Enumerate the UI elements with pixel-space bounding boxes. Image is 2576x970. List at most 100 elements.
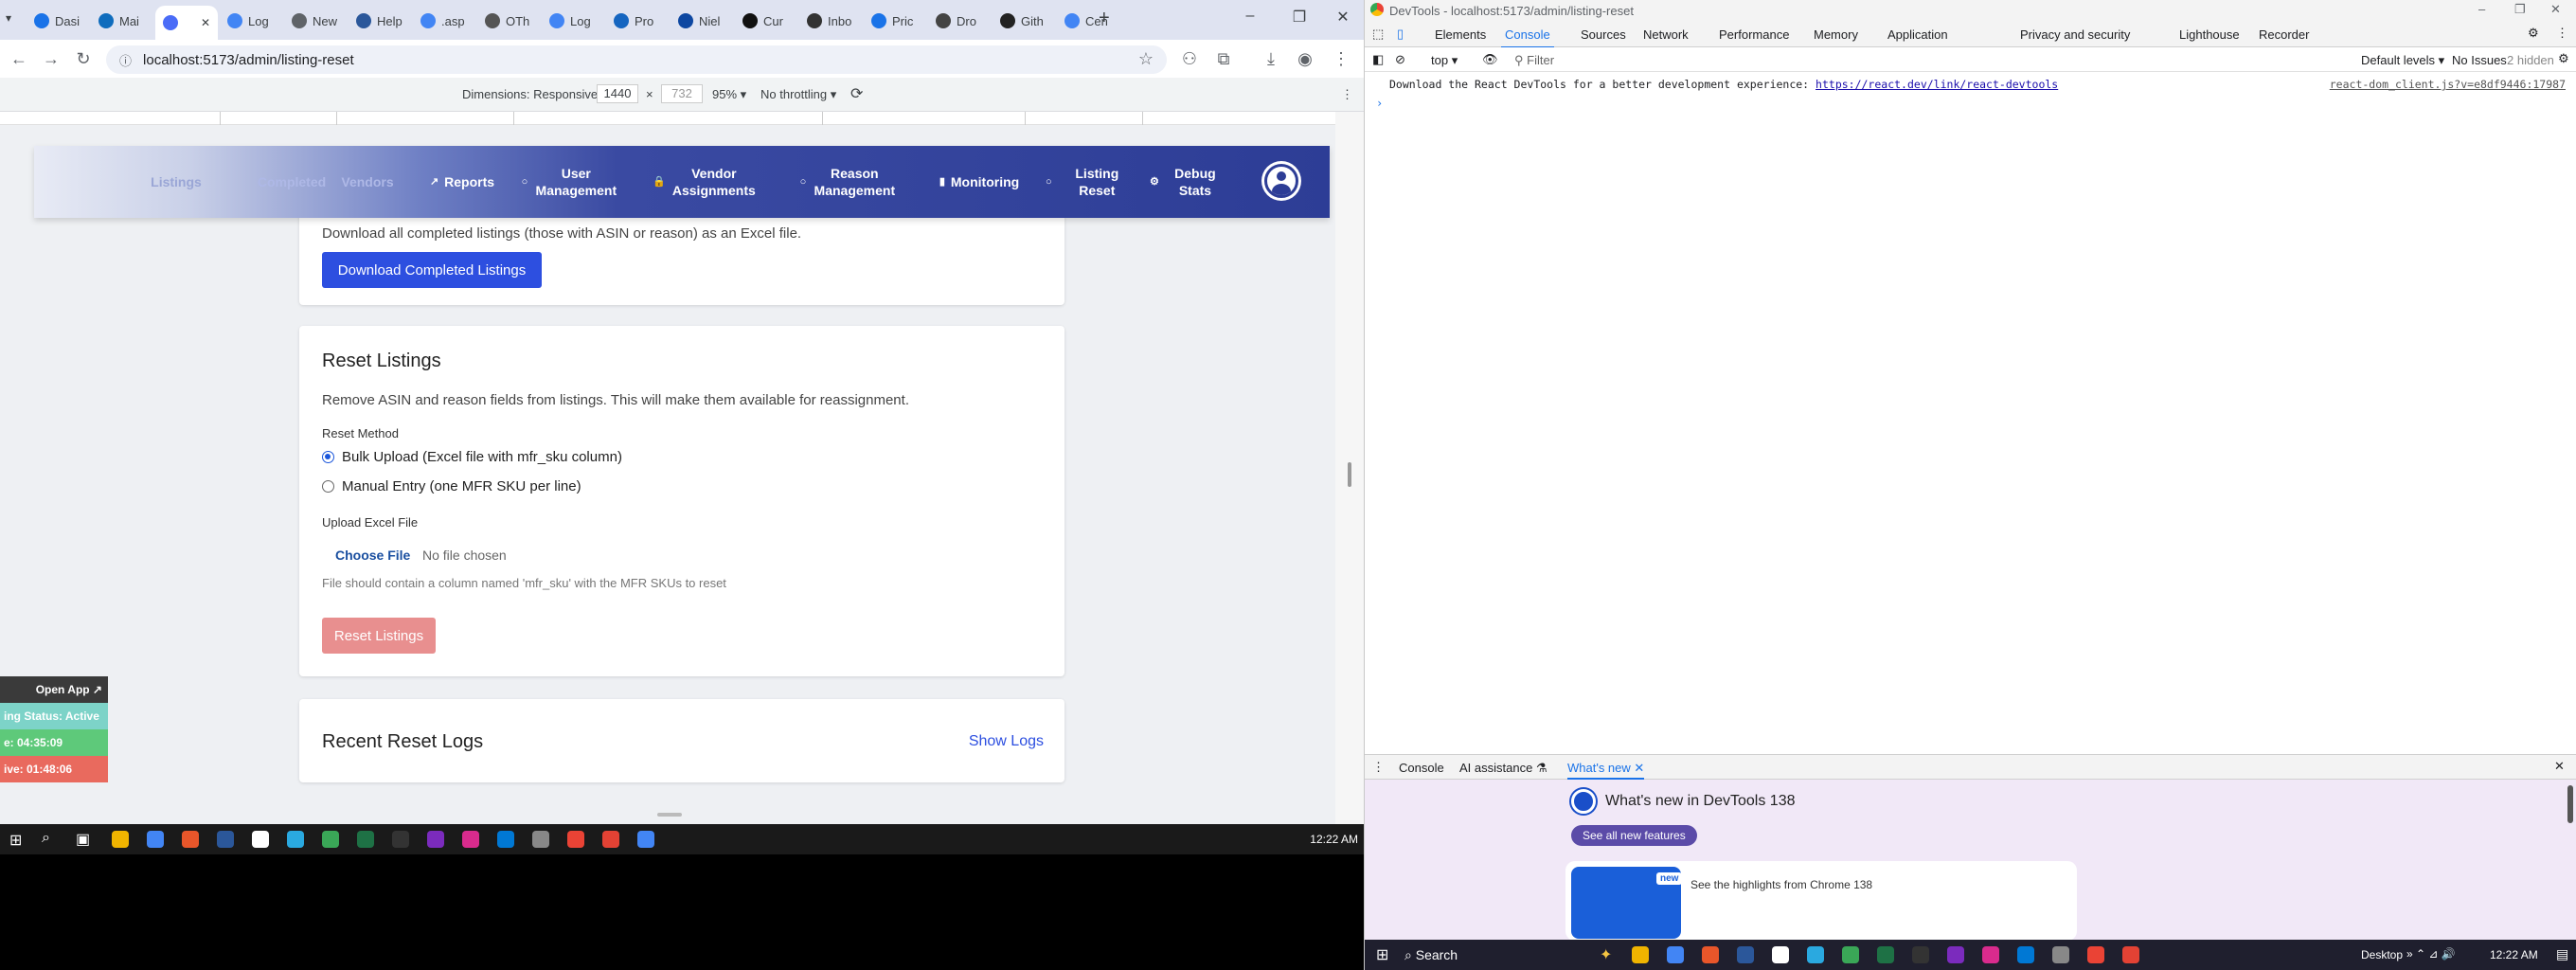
reload-icon[interactable]: ↻ <box>72 49 95 69</box>
nav-item-listing-reset[interactable]: ○ Listing Reset <box>1046 146 1136 218</box>
clear-console-icon[interactable]: ⊘ <box>1395 52 1405 67</box>
taskbar-app-icon[interactable] <box>637 831 654 848</box>
nav-item-vendors[interactable]: Vendors <box>331 146 403 218</box>
browser-tab[interactable]: Mai <box>91 8 153 34</box>
browser-tab[interactable]: Inbo <box>799 8 862 34</box>
site-info-icon[interactable]: ⓘ <box>119 51 132 69</box>
nav-item-vendor-assignments[interactable]: 🔒 Vendor Assignments <box>638 146 771 218</box>
search-icon[interactable]: ⌕ <box>42 830 50 847</box>
taskbar-app-icon[interactable] <box>1632 946 1649 963</box>
taskbar-app-icon[interactable] <box>322 831 339 848</box>
taskbar-app-icon[interactable] <box>252 831 269 848</box>
taskbar-app-icon[interactable] <box>1877 946 1894 963</box>
profile-icon[interactable]: ◉ <box>1294 49 1316 69</box>
extension-icon[interactable]: ⚇ <box>1178 49 1201 69</box>
taskbar-app-icon[interactable] <box>2087 946 2104 963</box>
reset-listings-button[interactable]: Reset Listings <box>322 618 436 654</box>
device-toggle-icon[interactable]: ▯ <box>1397 27 1404 42</box>
browser-tab[interactable]: OTh <box>477 8 540 34</box>
devtools-tab-lighthouse[interactable]: Lighthouse <box>2179 27 2240 42</box>
browser-tab[interactable]: Gith <box>993 8 1055 34</box>
dimensions-dropdown[interactable]: Dimensions: Responsive ▾ <box>462 87 607 102</box>
bookmark-star-icon[interactable]: ☆ <box>1138 49 1154 69</box>
drawer-tab-whats-new[interactable]: What's new ✕ <box>1567 761 1645 780</box>
tab-search-icon[interactable]: ▾ <box>6 11 11 25</box>
devtools-tab-memory[interactable]: Memory <box>1814 27 1858 42</box>
desktop-label[interactable]: Desktop <box>2361 948 2403 961</box>
drawer-close-icon[interactable]: ✕ <box>2554 759 2565 774</box>
radio-manual-entry[interactable]: Manual Entry (one MFR SKU per line) <box>322 478 581 494</box>
taskbar-app-icon[interactable] <box>532 831 549 848</box>
browser-tab[interactable]: .asp <box>413 8 475 34</box>
levels-dropdown[interactable]: Default levels ▾ <box>2361 53 2444 68</box>
radio-button[interactable] <box>322 480 334 493</box>
open-app-button[interactable]: Open App ↗ <box>0 676 108 703</box>
nav-item-reports[interactable]: ↗ Reports <box>417 146 508 218</box>
devtools-tab-sources[interactable]: Sources <box>1581 27 1626 42</box>
taskbar-app-icon[interactable] <box>1772 946 1789 963</box>
inspect-icon[interactable]: ⬚ <box>1372 27 1384 42</box>
browser-tab[interactable]: Pro <box>606 8 669 34</box>
dt-more-icon[interactable]: ⋮ <box>2556 26 2568 41</box>
download-icon[interactable]: ⤓ <box>1260 49 1282 69</box>
console-settings-icon[interactable]: ⚙ <box>2558 51 2569 66</box>
taskbar-app-icon[interactable] <box>147 831 164 848</box>
devtools-tab-privacy-and-security[interactable]: Privacy and security <box>2020 27 2130 42</box>
drawer-tab-ai[interactable]: AI assistance ⚗ <box>1459 761 1547 776</box>
taskbar-app-icon[interactable] <box>357 831 374 848</box>
dt-close-icon[interactable]: ✕ <box>2550 2 2561 17</box>
context-selector[interactable]: top ▾ <box>1431 53 1458 68</box>
devtools-tab-performance[interactable]: Performance <box>1719 27 1789 42</box>
taskbar-app-icon[interactable] <box>1807 946 1824 963</box>
height-input[interactable]: 732 <box>661 84 703 103</box>
taskbar-app-icon[interactable] <box>2052 946 2069 963</box>
notification-icon[interactable]: ▤ <box>2556 946 2568 962</box>
drawer-menu-icon[interactable]: ⋮ <box>1372 760 1385 775</box>
user-avatar-icon[interactable] <box>1261 161 1301 201</box>
dt-restore-icon[interactable]: ❐ <box>2514 2 2526 17</box>
restore-icon[interactable]: ❐ <box>1280 8 1318 27</box>
nav-item-listings[interactable]: Listings <box>140 146 212 218</box>
browser-tab[interactable]: New <box>284 8 347 34</box>
taskbar-app-icon[interactable] <box>427 831 444 848</box>
download-completed-button[interactable]: Download Completed Listings <box>322 252 542 288</box>
address-bar[interactable]: ⓘ localhost:5173/admin/listing-reset ☆ <box>106 45 1167 74</box>
taskbar-app-icon[interactable] <box>1912 946 1929 963</box>
filter-input[interactable]: ⚲ Filter <box>1514 53 1554 68</box>
see-all-features-button[interactable]: See all new features <box>1571 825 1697 846</box>
taskbar-app-icon[interactable] <box>497 831 514 848</box>
taskbar-app-icon[interactable] <box>2122 946 2139 963</box>
taskbar-app-icon[interactable] <box>182 831 199 848</box>
nav-item-completed[interactable]: Completed <box>246 146 337 218</box>
browser-tab[interactable]: Dasi <box>27 8 89 34</box>
tab-active[interactable]: ✕ <box>155 6 218 40</box>
browser-tab[interactable]: Log <box>542 8 604 34</box>
devtools-tab-console[interactable]: Console <box>1501 27 1554 48</box>
browser-tab[interactable]: Pric <box>864 8 926 34</box>
new-tab-button[interactable]: + <box>1099 8 1110 29</box>
taskbar-app-icon[interactable] <box>1737 946 1754 963</box>
puzzle-icon[interactable]: ⧉ <box>1212 49 1235 69</box>
taskbar-app-icon[interactable] <box>1667 946 1684 963</box>
windows-start-icon-2[interactable]: ⊞ <box>1376 945 1388 964</box>
choose-file-button[interactable]: Choose File <box>335 548 410 563</box>
taskbar-app-icon[interactable] <box>2017 946 2034 963</box>
taskbar-app-icon[interactable] <box>287 831 304 848</box>
highlights-card[interactable]: new See the highlights from Chrome 138 <box>1565 861 2077 941</box>
devtools-tab-network[interactable]: Network <box>1643 27 1689 42</box>
console-prompt-icon[interactable]: › <box>1376 97 1383 110</box>
minimize-icon[interactable]: – <box>1231 8 1269 25</box>
nav-item-reason-management[interactable]: ○ Reason Management <box>782 146 915 218</box>
bottom-resize-handle[interactable] <box>657 813 682 817</box>
drawer-tab-console[interactable]: Console <box>1399 761 1444 775</box>
drawer-scrollbar[interactable] <box>2567 785 2573 823</box>
width-input[interactable]: 1440 <box>597 84 638 103</box>
back-icon[interactable]: ← <box>8 49 30 69</box>
dt-minimize-icon[interactable]: – <box>2478 2 2485 16</box>
eye-icon[interactable]: 👁 <box>1482 52 1498 67</box>
throttling-dropdown[interactable]: No throttling ▾ <box>760 87 836 102</box>
devtools-tab-application[interactable]: Application <box>1887 27 1948 42</box>
devtools-tab-elements[interactable]: Elements <box>1435 27 1486 42</box>
issues-label[interactable]: No Issues <box>2452 53 2507 67</box>
browser-tab[interactable]: Cen <box>1057 8 1119 34</box>
